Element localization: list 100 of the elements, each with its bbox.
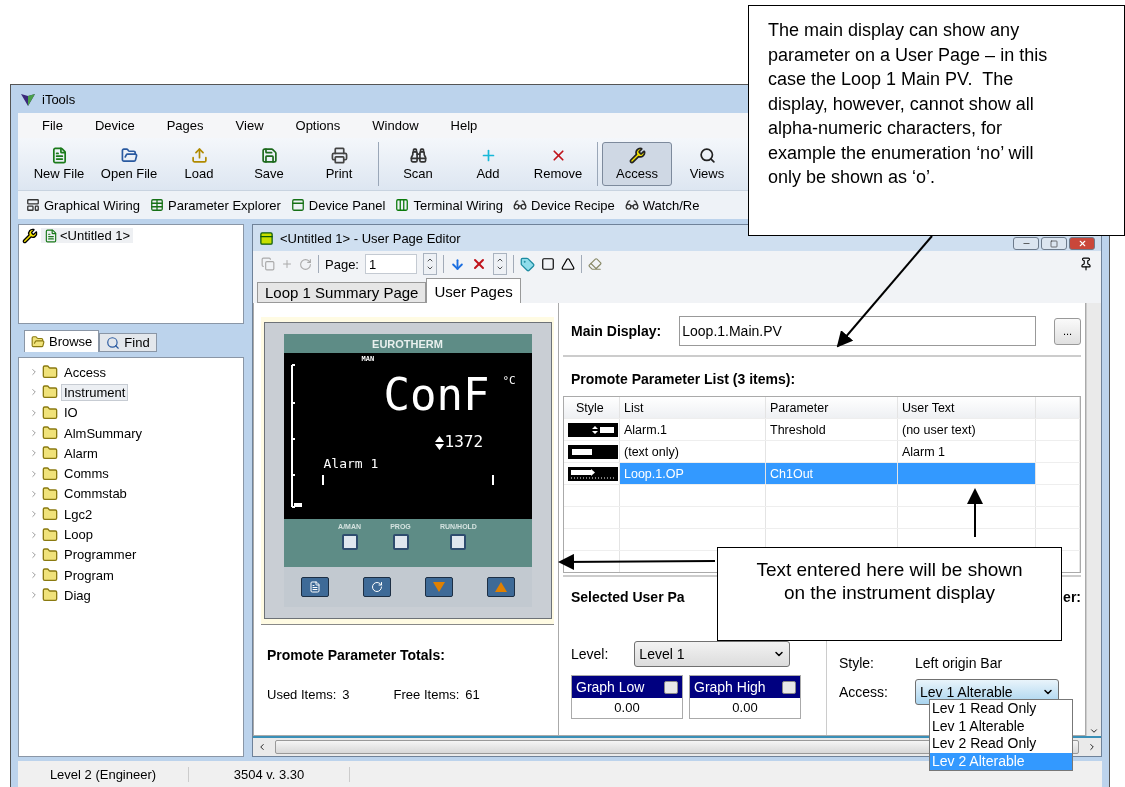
browse-button[interactable]: ... bbox=[1054, 317, 1081, 345]
expand-icon[interactable] bbox=[29, 549, 39, 560]
toolbar-button[interactable]: Save bbox=[234, 142, 304, 186]
table-cell[interactable]: (text only) bbox=[620, 441, 766, 462]
eraser-icon[interactable] bbox=[588, 257, 602, 271]
maximize-button[interactable] bbox=[1041, 237, 1067, 250]
wrench-icon bbox=[628, 147, 646, 164]
toolbar-button[interactable]: Access bbox=[602, 142, 672, 186]
quick-link[interactable]: Watch/Re bbox=[624, 197, 700, 213]
menu-item[interactable]: Pages bbox=[156, 118, 226, 133]
quick-link[interactable]: Device Recipe bbox=[513, 197, 615, 213]
table-cell[interactable] bbox=[898, 463, 1036, 484]
tree-item[interactable]: Programmer bbox=[61, 546, 140, 564]
explorer-tab[interactable]: Find bbox=[99, 333, 157, 352]
toolbar-button[interactable]: Scan bbox=[383, 142, 453, 186]
toolbar-button[interactable]: Remove bbox=[523, 142, 593, 186]
tree-item[interactable]: Comms bbox=[61, 465, 112, 483]
menu-item[interactable]: File bbox=[32, 118, 85, 133]
tree-item[interactable]: Instrument bbox=[61, 383, 129, 401]
refresh-icon[interactable] bbox=[299, 257, 312, 271]
panel-key bbox=[392, 534, 409, 550]
tree-item[interactable]: Program bbox=[61, 566, 117, 584]
toolbar-button[interactable]: New File bbox=[24, 142, 94, 186]
level-dropdown[interactable]: Level 1 bbox=[634, 641, 791, 667]
main-display-label: Main Display: bbox=[571, 323, 662, 339]
toolbar-button[interactable]: Open File bbox=[94, 142, 164, 186]
vertical-scrollbar[interactable] bbox=[1086, 303, 1101, 736]
expand-icon[interactable] bbox=[29, 590, 39, 601]
menu-item[interactable]: Help bbox=[440, 118, 500, 133]
quick-link[interactable]: Parameter Explorer bbox=[150, 197, 281, 213]
expand-icon[interactable] bbox=[29, 529, 39, 540]
expand-icon[interactable] bbox=[29, 387, 39, 398]
printer-icon bbox=[330, 147, 348, 164]
callout-note: Text entered here will be shown on the instrument display bbox=[717, 547, 1062, 641]
expand-icon[interactable] bbox=[29, 367, 39, 378]
page-tab[interactable]: User Pages bbox=[426, 278, 521, 303]
menu-item[interactable]: Options bbox=[285, 118, 363, 133]
delete-icon[interactable] bbox=[471, 256, 487, 272]
close-icon bbox=[1077, 239, 1087, 248]
editor-window-title: <Untitled 1> - User Page Editor bbox=[280, 230, 461, 246]
callout-note: The main display can show any parameter on a User Page – in this case the Loop 1 Main PV. The display, however, cannot show all alpha-numeric characters, for example the enumeration ‘no’ will only be shown as ‘o’. bbox=[748, 5, 1125, 236]
main-display-field[interactable]: Loop.1.Main.PV bbox=[679, 316, 1036, 346]
minimize-button[interactable] bbox=[1013, 237, 1039, 250]
expand-icon[interactable] bbox=[29, 509, 39, 520]
add-icon[interactable] bbox=[281, 258, 293, 270]
tree-item[interactable]: Lgc2 bbox=[61, 505, 96, 523]
expand-icon[interactable] bbox=[29, 488, 39, 499]
quick-link[interactable]: Terminal Wiring bbox=[395, 197, 503, 213]
close-button[interactable] bbox=[1069, 237, 1095, 250]
pin-icon[interactable] bbox=[1079, 257, 1093, 271]
column-header[interactable]: Style bbox=[564, 397, 620, 418]
tree-item[interactable]: Alarm bbox=[61, 444, 101, 462]
quick-link[interactable]: Graphical Wiring bbox=[26, 197, 141, 213]
expand-icon[interactable] bbox=[29, 468, 39, 479]
table-cell[interactable]: Threshold bbox=[766, 419, 898, 440]
tree-item[interactable]: Access bbox=[61, 363, 109, 381]
expand-icon[interactable] bbox=[29, 407, 39, 418]
graph-value[interactable]: 0.00 bbox=[572, 698, 682, 718]
expand-icon[interactable] bbox=[29, 448, 39, 459]
graph-checkbox[interactable] bbox=[782, 680, 796, 694]
graph-value[interactable]: 0.00 bbox=[690, 698, 800, 718]
table-cell[interactable]: Alarm 1 bbox=[898, 441, 1036, 462]
column-header[interactable]: User Text bbox=[898, 397, 1036, 418]
quick-link[interactable]: Device Panel bbox=[290, 197, 386, 213]
toolbar-button[interactable]: Views bbox=[672, 142, 742, 186]
toolbar-button[interactable]: Load bbox=[164, 142, 234, 186]
style-value: Left origin Bar bbox=[915, 655, 1003, 671]
menu-item[interactable]: View bbox=[225, 118, 286, 133]
search-icon bbox=[106, 335, 121, 350]
tree-root-item[interactable]: <Untitled 1> bbox=[41, 228, 134, 243]
page-field[interactable]: 1 bbox=[365, 254, 417, 274]
tree-item[interactable]: AlmSummary bbox=[61, 424, 145, 442]
tree-item[interactable]: Commstab bbox=[61, 485, 130, 503]
page-spinner[interactable] bbox=[423, 253, 437, 275]
page-tab[interactable]: Loop 1 Summary Page bbox=[257, 282, 427, 303]
tree-item[interactable]: Diag bbox=[61, 586, 94, 604]
pages-icon[interactable] bbox=[261, 257, 275, 271]
wrench-icon bbox=[22, 228, 38, 244]
expand-icon[interactable] bbox=[29, 428, 39, 439]
column-header[interactable]: List bbox=[620, 397, 766, 418]
graph-checkbox[interactable] bbox=[664, 680, 678, 694]
expand-icon[interactable] bbox=[29, 570, 39, 581]
folder-icon bbox=[42, 404, 58, 421]
menu-item[interactable]: Window bbox=[362, 118, 441, 133]
table-cell[interactable]: Alarm.1 bbox=[620, 419, 766, 440]
toolbar-button[interactable]: Print bbox=[304, 142, 374, 186]
status-text: 3504 v. 3.30 bbox=[189, 766, 350, 782]
menu-item[interactable]: Device bbox=[84, 118, 157, 133]
move-down-icon[interactable] bbox=[450, 256, 465, 272]
down-icon bbox=[426, 264, 434, 272]
folder-icon bbox=[42, 445, 58, 462]
table-cell[interactable]: (no user text) bbox=[898, 419, 1036, 440]
explorer-tab[interactable]: Browse bbox=[24, 330, 100, 352]
toolbar-button[interactable]: Add bbox=[453, 142, 523, 186]
up-icon bbox=[426, 256, 434, 264]
order-spinner[interactable] bbox=[493, 253, 507, 275]
column-header[interactable]: Parameter bbox=[766, 397, 898, 418]
tree-item[interactable]: IO bbox=[61, 404, 81, 422]
tag-icon[interactable] bbox=[520, 256, 535, 272]
tree-item[interactable]: Loop bbox=[61, 526, 96, 543]
